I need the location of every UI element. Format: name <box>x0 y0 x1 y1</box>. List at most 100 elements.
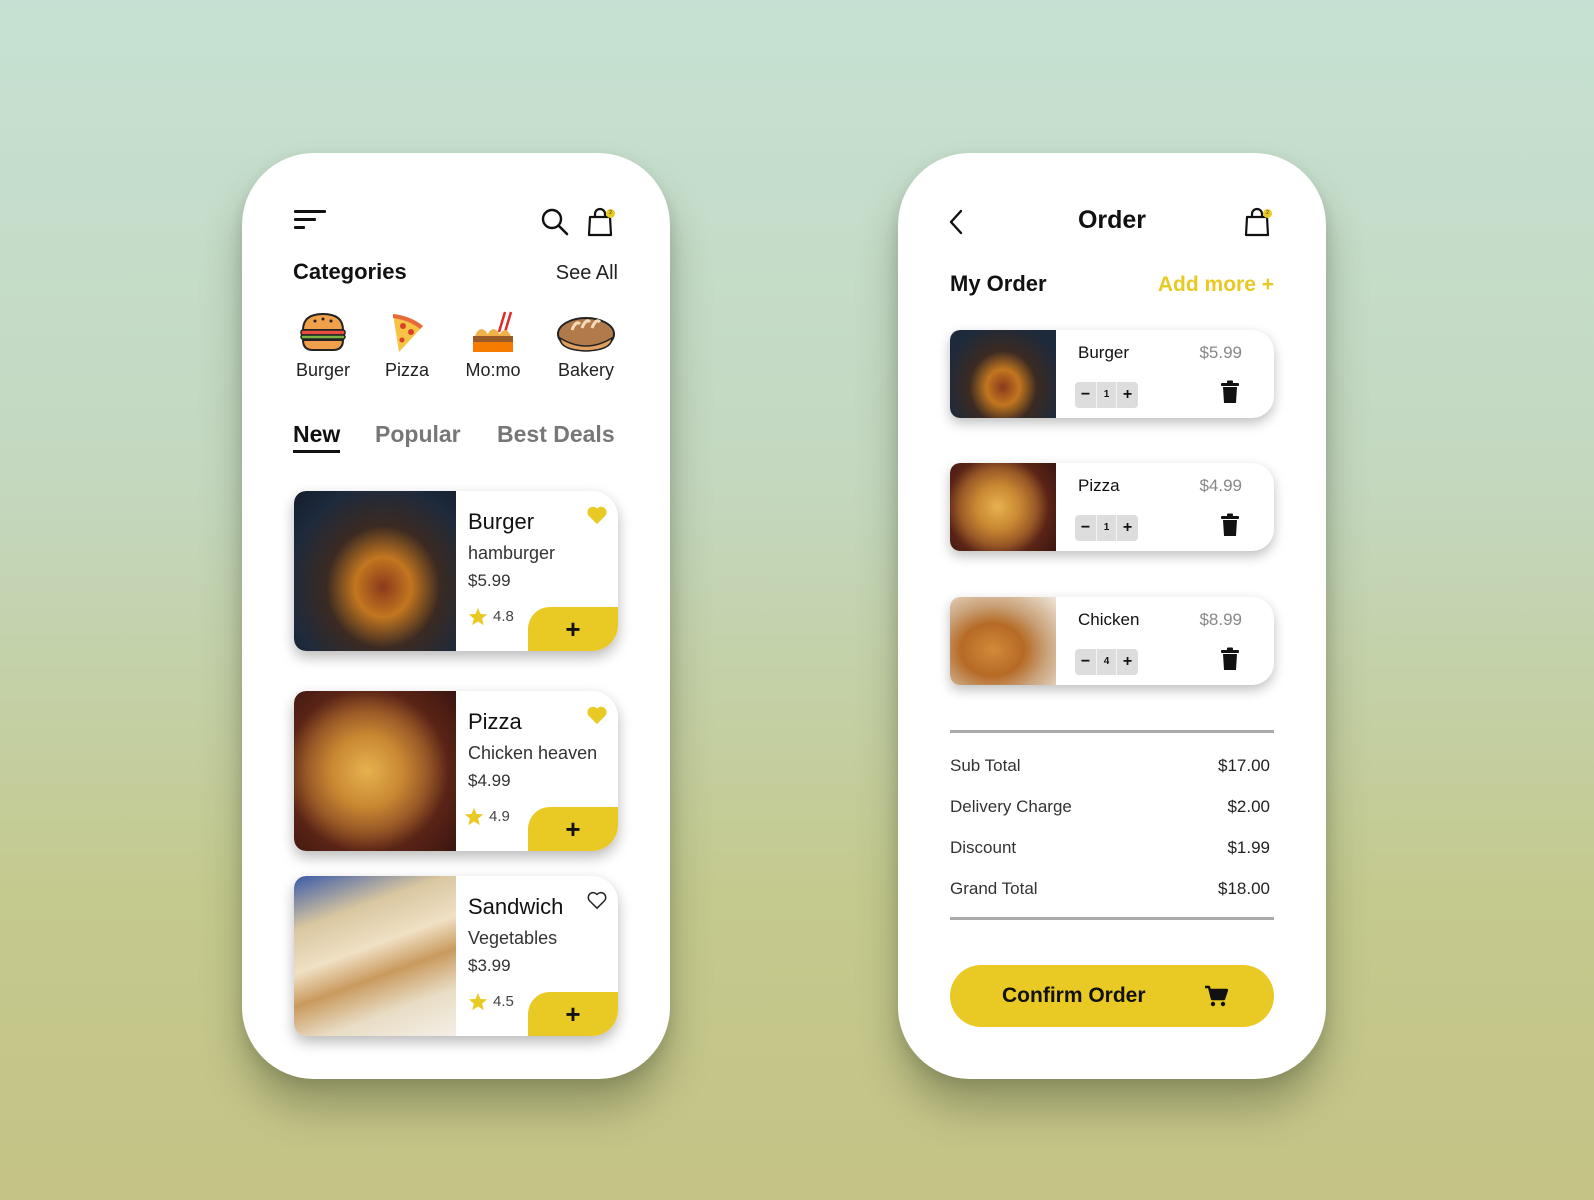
order-screen: Order 2 My Order Add more + Burger $5.99… <box>898 153 1326 1079</box>
cart-badge: 2 <box>606 209 615 218</box>
category-burger[interactable]: Burger <box>292 310 354 381</box>
heart-outline-icon[interactable] <box>586 890 608 910</box>
food-card-burger[interactable]: Burger hamburger $5.99 4.8 + <box>294 491 618 651</box>
food-price: $3.99 <box>468 956 511 975</box>
food-subtitle: Chicken heaven <box>468 743 598 763</box>
tab-new[interactable]: New <box>293 421 341 453</box>
menu-screen: 2 Categories See All Burger Pizza Mo:mo … <box>242 153 670 1079</box>
tab-popular[interactable]: Popular <box>375 421 461 448</box>
food-price: $5.99 <box>468 571 511 590</box>
quantity-stepper: − 1 + <box>1075 382 1138 408</box>
trash-icon[interactable] <box>1220 380 1240 404</box>
quantity-value: 4 <box>1096 649 1117 675</box>
increase-button[interactable]: + <box>1117 515 1138 541</box>
food-rating: 4.9 <box>464 807 510 826</box>
burger-photo <box>294 491 456 651</box>
add-to-cart-button[interactable]: + <box>528 807 618 851</box>
food-rating: 4.8 <box>468 607 514 626</box>
summary-value: $1.99 <box>1227 838 1270 857</box>
summary-label: Sub Total <box>950 756 1021 775</box>
pizza-slice-icon <box>387 310 427 354</box>
decrease-button[interactable]: − <box>1075 382 1096 408</box>
rating-value: 4.5 <box>493 993 514 1010</box>
momo-icon <box>463 310 523 354</box>
cart-badge: 2 <box>1263 209 1272 218</box>
food-name: Pizza <box>468 709 522 734</box>
category-momo[interactable]: Mo:mo <box>460 310 526 381</box>
order-item-name: Burger <box>1078 343 1130 362</box>
food-rating: 4.5 <box>468 992 514 1011</box>
category-label: Mo:mo <box>465 360 521 380</box>
star-icon <box>464 807 484 826</box>
quantity-stepper: − 4 + <box>1075 649 1138 675</box>
summary-value: $17.00 <box>1218 756 1270 775</box>
pizza-photo <box>950 463 1056 551</box>
order-item-name: Chicken <box>1078 610 1140 629</box>
order-item-price: $8.99 <box>1199 610 1242 629</box>
decrease-button[interactable]: − <box>1075 649 1096 675</box>
star-icon <box>468 607 488 626</box>
category-label: Pizza <box>384 360 429 380</box>
summary-row-discount: Discount $1.99 <box>950 838 1270 858</box>
see-all-link[interactable]: See All <box>556 262 618 285</box>
burger-icon <box>293 310 353 354</box>
sandwich-photo <box>294 876 456 1036</box>
summary-label: Grand Total <box>950 879 1038 898</box>
burger-photo <box>950 330 1056 418</box>
food-card-pizza[interactable]: Pizza Chicken heaven $4.99 4.9 + <box>294 691 618 851</box>
increase-button[interactable]: + <box>1117 649 1138 675</box>
quantity-stepper: − 1 + <box>1075 515 1138 541</box>
summary-label: Discount <box>950 838 1017 857</box>
shopping-bag-icon[interactable]: 2 <box>587 207 615 237</box>
shopping-bag-icon[interactable]: 2 <box>1244 207 1272 237</box>
decrease-button[interactable]: − <box>1075 515 1096 541</box>
add-to-cart-button[interactable]: + <box>528 992 618 1036</box>
trash-icon[interactable] <box>1220 513 1240 537</box>
order-item-chicken: Chicken $8.99 − 4 + <box>950 597 1274 685</box>
increase-button[interactable]: + <box>1117 382 1138 408</box>
heart-filled-icon[interactable] <box>586 705 608 725</box>
categories-title: Categories <box>293 259 407 284</box>
food-subtitle: hamburger <box>468 543 556 563</box>
rating-value: 4.8 <box>493 608 514 625</box>
category-bakery[interactable]: Bakery <box>554 310 618 381</box>
confirm-order-label: Confirm Order <box>1002 984 1146 1007</box>
star-icon <box>468 992 488 1011</box>
trash-icon[interactable] <box>1220 647 1240 671</box>
summary-value: $18.00 <box>1218 879 1270 898</box>
food-name: Sandwich <box>468 894 564 919</box>
search-icon[interactable] <box>540 207 570 237</box>
quantity-value: 1 <box>1096 382 1117 408</box>
summary-row-delivery: Delivery Charge $2.00 <box>950 797 1270 817</box>
tab-best-deals[interactable]: Best Deals <box>497 421 615 448</box>
hamburger-menu-icon[interactable] <box>294 210 326 232</box>
add-more-link[interactable]: Add more + <box>1158 273 1274 297</box>
order-item-burger: Burger $5.99 − 1 + <box>950 330 1274 418</box>
cart-icon <box>1204 985 1229 1007</box>
heart-filled-icon[interactable] <box>586 505 608 525</box>
confirm-order-button[interactable]: Confirm Order <box>950 965 1274 1027</box>
food-price: $4.99 <box>468 771 511 790</box>
category-pizza[interactable]: Pizza <box>384 310 430 381</box>
summary-value: $2.00 <box>1227 797 1270 816</box>
chicken-photo <box>950 597 1056 685</box>
category-label: Bakery <box>557 360 615 380</box>
bread-icon <box>556 310 616 354</box>
food-name: Burger <box>468 509 535 534</box>
pizza-photo <box>294 691 456 851</box>
summary-label: Delivery Charge <box>950 797 1072 816</box>
summary-row-grand-total: Grand Total $18.00 <box>950 879 1270 899</box>
food-subtitle: Vegetables <box>468 928 558 948</box>
summary-row-subtotal: Sub Total $17.00 <box>950 756 1270 776</box>
summary-divider-bottom <box>950 917 1274 920</box>
order-item-pizza: Pizza $4.99 − 1 + <box>950 463 1274 551</box>
quantity-value: 1 <box>1096 515 1117 541</box>
add-to-cart-button[interactable]: + <box>528 607 618 651</box>
food-card-sandwich[interactable]: Sandwich Vegetables $3.99 4.5 + <box>294 876 618 1036</box>
order-item-name: Pizza <box>1078 476 1120 495</box>
my-order-title: My Order <box>950 271 1047 296</box>
order-item-price: $4.99 <box>1199 476 1242 495</box>
summary-divider-top <box>950 730 1274 733</box>
order-item-price: $5.99 <box>1199 343 1242 362</box>
category-label: Burger <box>295 360 351 380</box>
